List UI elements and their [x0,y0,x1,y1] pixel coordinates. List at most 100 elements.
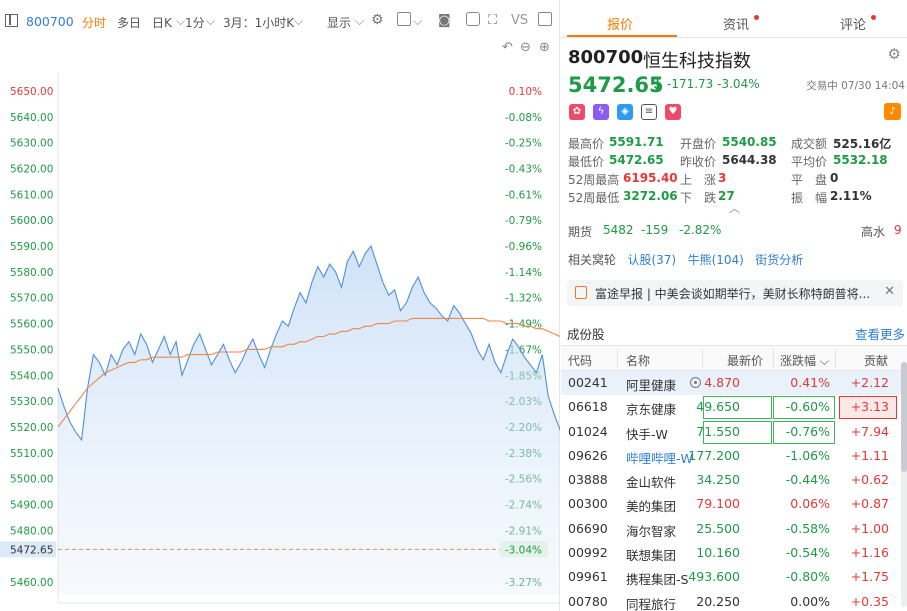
row-code: 00780 [568,593,608,609]
row-code: 09626 [568,447,608,463]
stat-label: 昨收价 [680,155,717,169]
row-change: 0.06% [790,496,830,512]
undo-icon[interactable]: ↶ [502,40,513,55]
list-icon[interactable]: ≡ [641,104,657,120]
flash-icon[interactable]: ϟ [593,104,609,120]
fullscreen-icon[interactable]: ⛶ [488,13,497,28]
tab-1min[interactable]: 1分 [185,14,205,31]
tab-comments[interactable]: 评论 [840,14,866,33]
news-text[interactable]: 富途早报 | 中美会谈如期举行，美财长称特朗普将... [595,285,875,302]
sidebar-toggle-icon[interactable] [5,14,18,27]
stat-amplitude: 2.11% [830,189,872,203]
row-name: 海尔智家 [626,523,677,539]
compare-vs-button[interactable]: VS [511,13,528,28]
stat-label: 平均价 [791,155,828,169]
tab-daily-k[interactable]: 日K [152,14,172,31]
tag-icon[interactable]: ◈ [617,104,633,120]
intraday-chart[interactable]: 5650.00 0.10% 5640.00 -0.08% 5630.00 -0.25% 56… [0,55,560,611]
news-banner[interactable]: 富途早报 | 中美会谈如期举行，美财长称特朗普将... ✕ [567,280,903,306]
table-row[interactable]: 00780 同程旅行 20.250 0.00% +0.35 [561,590,907,611]
heart-icon[interactable]: ♥ [665,104,681,120]
y-tick-label: 5480.00 [10,525,53,537]
y-tick-label: 5530.00 [10,396,53,408]
stat-label: 成交额 [791,137,828,151]
tab-news[interactable]: 资讯 [723,14,749,33]
tab-multiday[interactable]: 多日 [117,14,141,31]
constituents-table: 00241 阿里健康 4.870 0.41% +2.12 06618 京东健康 49.650-… [561,371,907,611]
layout-icon[interactable] [538,12,552,26]
pct-tick-label: -1.32% [505,293,542,305]
col-name[interactable]: 名称 [626,352,650,369]
y-tick-label: 5460.00 [10,577,53,589]
link-street-analysis[interactable]: 街货分析 [755,253,803,267]
view-more-link[interactable]: 查看更多 [855,324,905,343]
quote-code: 800700 [568,47,644,68]
link-cbbc[interactable]: 牛熊(104) [688,253,744,267]
y-tick-label: 5560.00 [10,319,53,331]
quote-name: 恒生科技指数 [643,51,751,72]
tab-quote[interactable]: 报价 [607,14,633,33]
bell-icon[interactable]: ♪ [884,103,901,120]
row-price: 34.250 [696,472,740,488]
display-menu[interactable]: 显示 [327,14,351,31]
row-name: 金山软件 [626,475,677,491]
camera-icon[interactable]: ◙ [438,13,451,28]
col-change[interactable]: 涨跌幅 ⌵ [780,352,829,369]
price-area [58,246,560,595]
arrow-down-icon: ↓ [651,75,665,94]
col-contribution[interactable]: 贡献 [864,352,888,369]
table-row[interactable]: 09961 携程集团-S 493.600 -0.80% +1.75 [561,565,907,589]
chevron-down-icon[interactable]: ⌵ [413,14,422,29]
chevron-down-icon[interactable]: ⌵ [294,14,303,29]
watch-icon[interactable] [690,377,701,388]
drawing-icon[interactable] [397,12,411,26]
row-price: 10.160 [696,545,740,561]
gear-icon[interactable]: ⚙ [888,45,901,63]
y-tick-label: 5520.00 [10,422,53,434]
close-icon[interactable]: ✕ [884,284,895,299]
tab-intraday[interactable]: 分时 [82,14,106,31]
table-row[interactable]: 00241 阿里健康 4.870 0.41% +2.12 [561,371,907,396]
share-icon[interactable] [466,12,480,26]
related-label: 相关窝轮 [568,253,617,267]
chevron-down-icon[interactable]: ⌵ [355,14,364,29]
row-contribution: +0.62 [850,472,889,488]
row-change: 0.41% [790,375,830,390]
link-warrants[interactable]: 认股(37) [627,253,676,267]
collapse-caret-icon[interactable]: ︿ [729,200,740,216]
col-price[interactable]: 最新价 [727,352,763,369]
y-tick-label: 5500.00 [10,474,53,486]
scrollbar-thumb[interactable] [901,362,907,472]
stat-label: 52周最低 [568,191,620,205]
y-tick-label: 5580.00 [10,267,53,279]
table-row[interactable]: 09626 哔哩哔哩-W 177.200 -1.06% +1.11 [561,444,907,468]
settings-icon[interactable]: ⚙ [371,12,384,28]
stat-prev-close: 5644.38 [722,153,777,167]
row-change: -1.06% [785,447,830,463]
col-code[interactable]: 代码 [568,352,592,369]
row-price: 20.250 [696,593,740,609]
stat-label: 开盘价 [680,137,717,151]
table-row[interactable]: 00992 联想集团 10.160 -0.54% +1.16 [561,541,907,565]
futures-change: -159 [641,223,669,237]
table-row[interactable]: 06618 京东健康 49.650 -0.60% +3.13 [561,395,907,420]
tab-period[interactable]: 3月：1小时K [223,14,294,31]
hk-flag-icon[interactable]: ✿ [569,104,585,120]
pct-tick-label: -1.14% [505,267,542,279]
table-row[interactable]: 06690 海尔智家 25.500 -0.58% +1.00 [561,517,907,541]
pct-tick-label: -0.79% [505,215,542,227]
notification-dot [871,15,876,20]
zoom-in-icon[interactable]: ⊕ [539,40,550,55]
pct-tick-label: -0.61% [505,189,542,201]
row-name: 同程旅行 [626,596,677,611]
y-tick-label: 5600.00 [10,215,53,227]
pct-tick-label: -0.43% [505,163,542,175]
table-row[interactable]: 00300 美的集团 79.100 0.06% +0.87 [561,492,907,516]
chevron-down-icon[interactable]: ⌵ [206,14,215,29]
row-price: 493.600 [688,569,740,585]
stat-low: 5472.65 [609,153,664,167]
table-row[interactable]: 03888 金山软件 34.250 -0.44% +0.62 [561,468,907,492]
chevron-down-icon[interactable]: ⌵ [176,14,185,29]
zoom-out-icon[interactable]: ⊖ [520,40,531,55]
table-row[interactable]: 01024 快手-W 71.550 -0.76% +7.94 [561,420,907,444]
